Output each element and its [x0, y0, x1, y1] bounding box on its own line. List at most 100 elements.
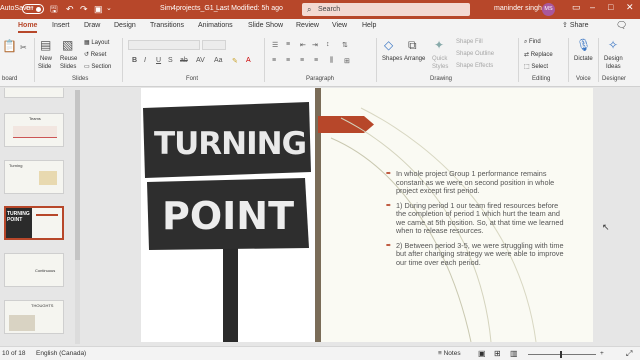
slide-thumbnail[interactable]: THOUGHTS — [4, 300, 64, 334]
dictate-label[interactable]: Dictate — [574, 56, 593, 62]
shadow-icon[interactable]: S — [168, 57, 173, 64]
strikethrough-icon[interactable]: ab — [180, 57, 188, 64]
comment-icon[interactable]: 🗨 — [616, 20, 627, 31]
tab-home[interactable]: Home — [18, 22, 38, 33]
ribbon-display-icon[interactable]: ▭ — [572, 2, 581, 13]
outdent-icon[interactable]: ⇥ — [312, 41, 318, 49]
search-box[interactable]: ⌕ Search — [302, 3, 470, 16]
language-indicator[interactable]: English (Canada) — [36, 350, 86, 357]
qat-more-icon[interactable]: ⌄ — [106, 3, 112, 15]
text-direction-icon[interactable]: ⇅ — [342, 41, 348, 49]
underline-icon[interactable]: U — [156, 57, 161, 64]
shape-effects-button[interactable]: Shape Effects — [456, 63, 493, 69]
arrange-icon[interactable]: ⧉ — [408, 38, 417, 53]
design-ideas-label[interactable]: Design — [604, 56, 623, 62]
change-case-icon[interactable]: Aa — [214, 57, 223, 64]
char-spacing-icon[interactable]: AV — [196, 57, 205, 64]
slide[interactable]: TURNING POINT In whole project Group 1 p… — [141, 88, 593, 342]
tab-help[interactable]: Help — [362, 22, 376, 29]
tab-design[interactable]: Design — [114, 22, 136, 29]
autosave-toggle[interactable]: Off — [22, 4, 44, 14]
minimize-icon[interactable]: – — [590, 2, 595, 12]
paste-icon[interactable]: 📋 — [2, 39, 17, 53]
slide-sorter-icon[interactable]: ⊞ — [494, 349, 501, 358]
layout-button[interactable]: ▦ Layout — [84, 39, 109, 46]
bold-icon[interactable]: B — [132, 57, 137, 64]
share-button[interactable]: ⇪ Share — [562, 21, 589, 29]
reading-view-icon[interactable]: ▥ — [510, 349, 518, 358]
last-modified[interactable]: Last Modified: 5h ago — [216, 5, 283, 12]
notes-button[interactable]: ≡ Notes — [438, 350, 461, 357]
justify-icon[interactable]: ≡ — [314, 57, 318, 64]
shapes-label[interactable]: Shapes — [382, 56, 402, 62]
align-center-icon[interactable]: ≡ — [286, 57, 290, 64]
select-button[interactable]: ⬚ Select — [524, 63, 548, 70]
design-ideas-label2[interactable]: Ideas — [606, 64, 621, 70]
shape-outline-button[interactable]: Shape Outline — [456, 51, 494, 57]
quick-label[interactable]: Quick — [432, 56, 447, 62]
slide-thumbnail[interactable] — [4, 88, 64, 98]
indent-icon[interactable]: ⇤ — [300, 41, 306, 49]
fit-slide-icon[interactable]: ⤢ — [626, 349, 632, 359]
tab-view[interactable]: View — [332, 22, 347, 29]
bullets-icon[interactable]: ☰ — [272, 41, 278, 49]
normal-view-icon[interactable]: ▣ — [478, 349, 486, 358]
tab-insert[interactable]: Insert — [52, 22, 70, 29]
save-icon[interactable]: 🖫 — [50, 3, 58, 15]
slide-thumbnail[interactable]: Continuous — [4, 253, 64, 287]
tab-draw[interactable]: Draw — [84, 22, 100, 29]
quick-styles-icon[interactable]: ✦ — [434, 38, 444, 52]
avatar[interactable]: MS — [542, 3, 555, 16]
redo-icon[interactable]: ↷ — [80, 3, 88, 15]
arrange-label[interactable]: Arrange — [404, 56, 425, 62]
align-right-icon[interactable]: ≡ — [300, 57, 304, 64]
file-name[interactable]: Sim4projects_G1_... — [160, 5, 223, 12]
shapes-icon[interactable]: ◇ — [384, 38, 393, 52]
tab-animations[interactable]: Animations — [198, 22, 233, 29]
new-slide-label2[interactable]: Slide — [38, 64, 51, 70]
numbering-icon[interactable]: ≡ — [286, 41, 290, 48]
bullet-item[interactable]: In whole project Group 1 performance rem… — [386, 169, 566, 196]
reuse-label[interactable]: Reuse — [60, 56, 77, 62]
slide-thumbnail[interactable]: Teams — [4, 113, 64, 147]
font-size-box[interactable] — [202, 40, 226, 50]
user-name[interactable]: maninder singh — [494, 5, 542, 12]
slide-thumbnail[interactable]: Turning — [4, 160, 64, 194]
zoom-slider[interactable] — [528, 354, 596, 355]
shape-fill-button[interactable]: Shape Fill — [456, 39, 483, 45]
tab-slide-show[interactable]: Slide Show — [248, 22, 283, 29]
microphone-icon[interactable]: 🎙 — [576, 38, 591, 52]
line-spacing-icon[interactable]: ↕ — [326, 41, 330, 48]
zoom-in-icon[interactable]: + — [600, 350, 604, 357]
close-icon[interactable]: ✕ — [626, 2, 634, 13]
tab-review[interactable]: Review — [296, 22, 319, 29]
reset-button[interactable]: ↺ Reset — [84, 51, 106, 58]
new-slide-icon[interactable]: ▤ — [40, 38, 51, 52]
reuse-slides-icon[interactable]: ▧ — [62, 38, 73, 52]
font-color-icon[interactable]: A — [246, 57, 251, 64]
maximize-icon[interactable]: □ — [608, 2, 613, 12]
tab-transitions[interactable]: Transitions — [150, 22, 184, 29]
columns-icon[interactable]: ⫼ — [330, 57, 333, 65]
replace-button[interactable]: ⇄ Replace — [524, 51, 553, 58]
design-ideas-icon[interactable]: ✧ — [608, 38, 618, 52]
italic-icon[interactable]: I — [144, 57, 146, 64]
font-name-box[interactable] — [128, 40, 200, 50]
new-slide-label[interactable]: New — [40, 56, 52, 62]
zoom-slider-knob[interactable] — [560, 351, 562, 358]
slide-thumbnail-selected[interactable]: TURNING POINT — [4, 206, 64, 240]
bullet-item[interactable]: 1) During period 1 our team fired resour… — [386, 201, 566, 236]
align-left-icon[interactable]: ≡ — [272, 57, 276, 64]
bullet-list[interactable]: In whole project Group 1 performance rem… — [386, 169, 566, 273]
find-button[interactable]: ⌕ Find — [524, 39, 541, 46]
bullet-item[interactable]: 2) Between period 3-5, we were strugglin… — [386, 241, 566, 268]
styles-label[interactable]: Styles — [432, 64, 448, 70]
reuse-label2[interactable]: Slides — [60, 64, 76, 70]
highlight-icon[interactable]: ✎ — [232, 57, 238, 65]
smartart-icon[interactable]: ⊞ — [344, 57, 350, 65]
undo-icon[interactable]: ↶ — [66, 3, 74, 15]
ribbon-tabs: Home Insert Draw Design Transitions Anim… — [0, 19, 640, 35]
present-icon[interactable]: ▣ — [94, 3, 103, 15]
section-button[interactable]: ▭ Section — [84, 63, 111, 70]
cut-icon[interactable]: ✂ — [20, 43, 27, 52]
